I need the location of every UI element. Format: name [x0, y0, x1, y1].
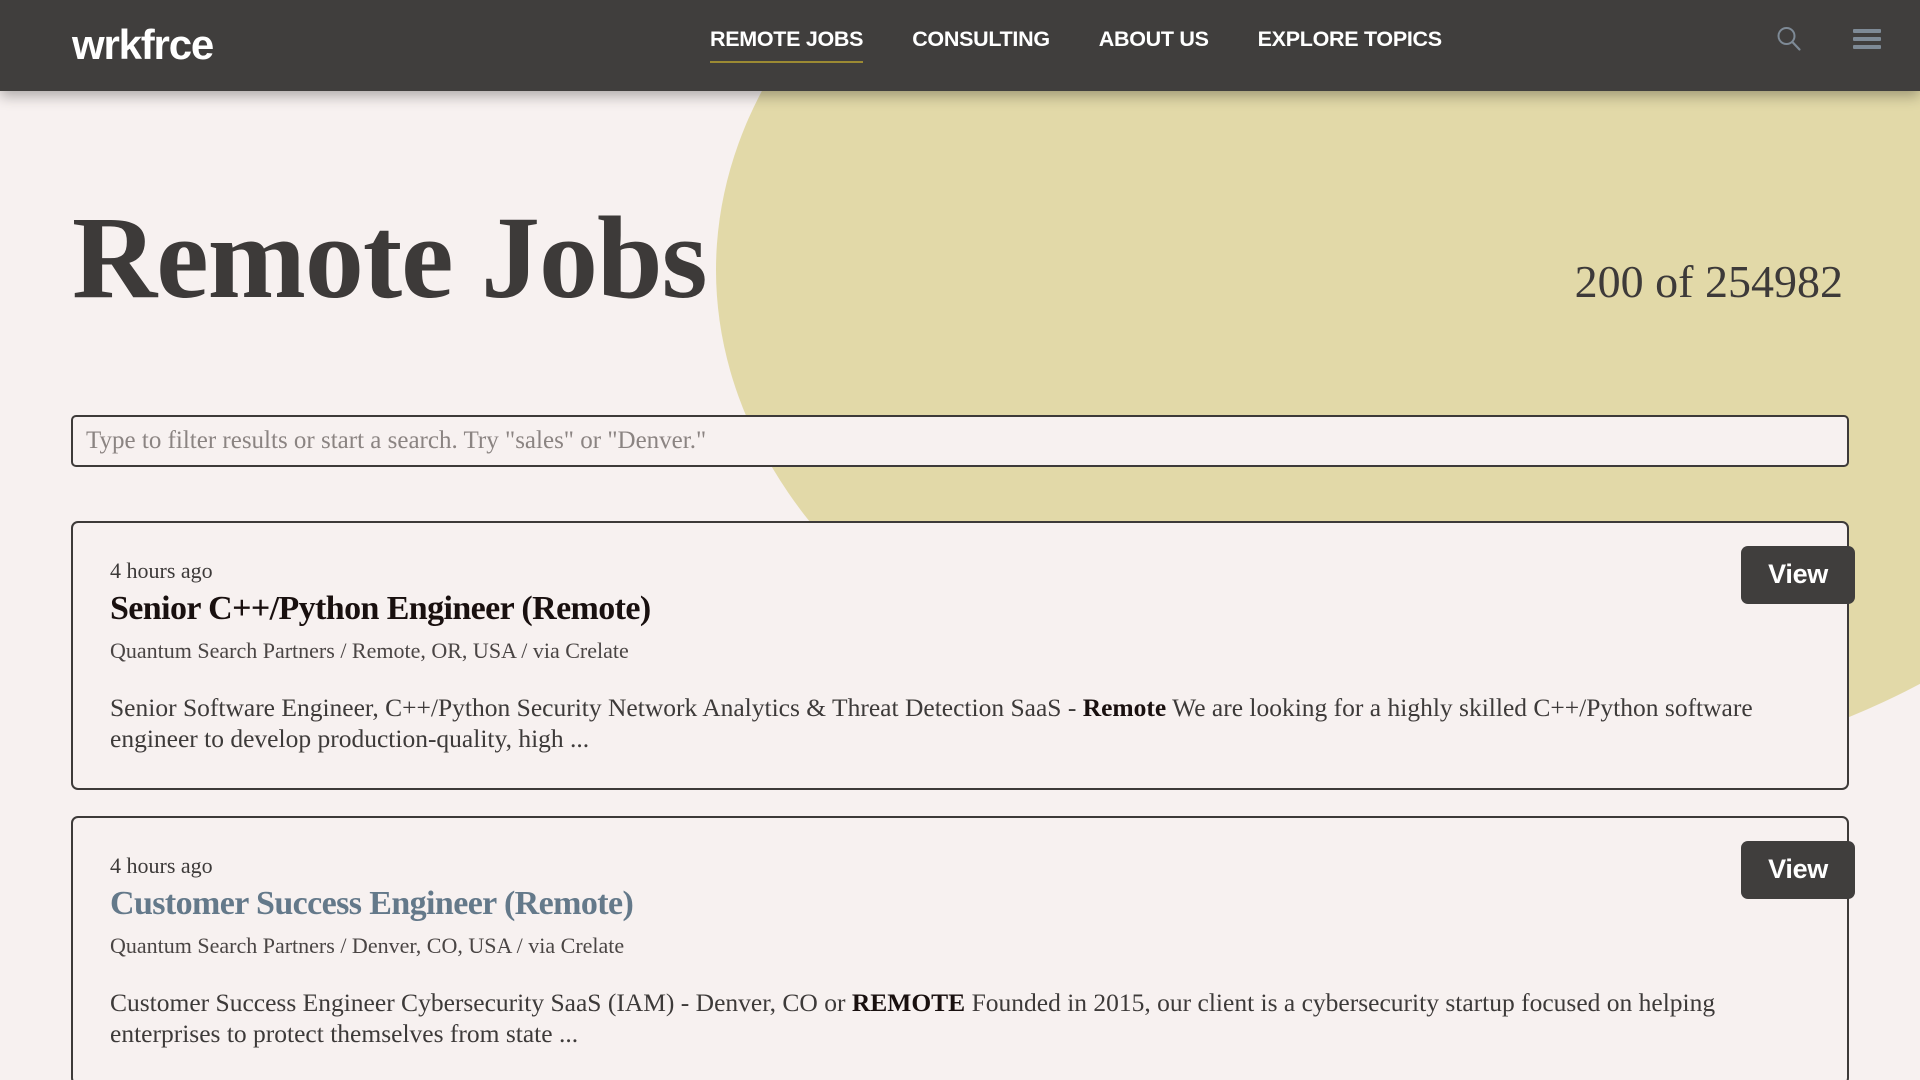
- view-job-button[interactable]: View: [1741, 546, 1855, 604]
- nav-item-remote-jobs[interactable]: REMOTE JOBS: [710, 24, 864, 63]
- job-posted-time: 4 hours ago: [110, 558, 213, 583]
- search-input[interactable]: [71, 415, 1849, 467]
- job-description-part1: Senior Software Engineer, C++/Python Sec…: [110, 693, 1083, 722]
- search-icon[interactable]: [1774, 24, 1804, 54]
- page-body: Remote Jobs 200 of 254982 4 hours ago Se…: [0, 91, 1920, 1080]
- job-description-highlight: Remote: [1082, 693, 1167, 722]
- nav-item-explore-topics[interactable]: EXPLORE TOPICS: [1258, 24, 1442, 63]
- view-job-button[interactable]: View: [1741, 841, 1855, 899]
- job-posted-time: 4 hours ago: [110, 853, 213, 878]
- page-title: Remote Jobs: [72, 192, 708, 323]
- results-count: 200 of 254982: [1574, 256, 1843, 307]
- site-header: wrkfrce REMOTE JOBS CONSULTING ABOUT US …: [0, 0, 1920, 91]
- nav-item-about-us[interactable]: ABOUT US: [1099, 24, 1209, 63]
- job-title-link[interactable]: Customer Success Engineer (Remote): [110, 882, 634, 926]
- job-description-highlight: REMOTE: [851, 988, 966, 1017]
- job-list: 4 hours ago Senior C++/Python Engineer (…: [71, 521, 1855, 1080]
- hamburger-menu-icon[interactable]: [1852, 24, 1882, 54]
- job-card[interactable]: 4 hours ago Senior C++/Python Engineer (…: [71, 521, 1855, 790]
- job-card[interactable]: 4 hours ago Customer Success Engineer (R…: [71, 816, 1855, 1080]
- job-meta: Quantum Search Partners / Denver, CO, US…: [110, 933, 625, 958]
- brand-logo[interactable]: wrkfrce: [72, 20, 214, 70]
- header-actions: [1774, 24, 1882, 54]
- page-title-row: Remote Jobs 200 of 254982: [72, 196, 1848, 320]
- job-description-part1: Customer Success Engineer Cybersecurity …: [110, 988, 852, 1017]
- nav-item-consulting[interactable]: CONSULTING: [912, 24, 1050, 63]
- job-meta: Quantum Search Partners / Remote, OR, US…: [110, 638, 629, 663]
- job-title-link[interactable]: Senior C++/Python Engineer (Remote): [110, 587, 651, 631]
- primary-navigation: REMOTE JOBS CONSULTING ABOUT US EXPLORE …: [710, 24, 1491, 63]
- job-description: Customer Success Engineer Cybersecurity …: [110, 987, 1807, 1049]
- job-description: Senior Software Engineer, C++/Python Sec…: [110, 692, 1807, 754]
